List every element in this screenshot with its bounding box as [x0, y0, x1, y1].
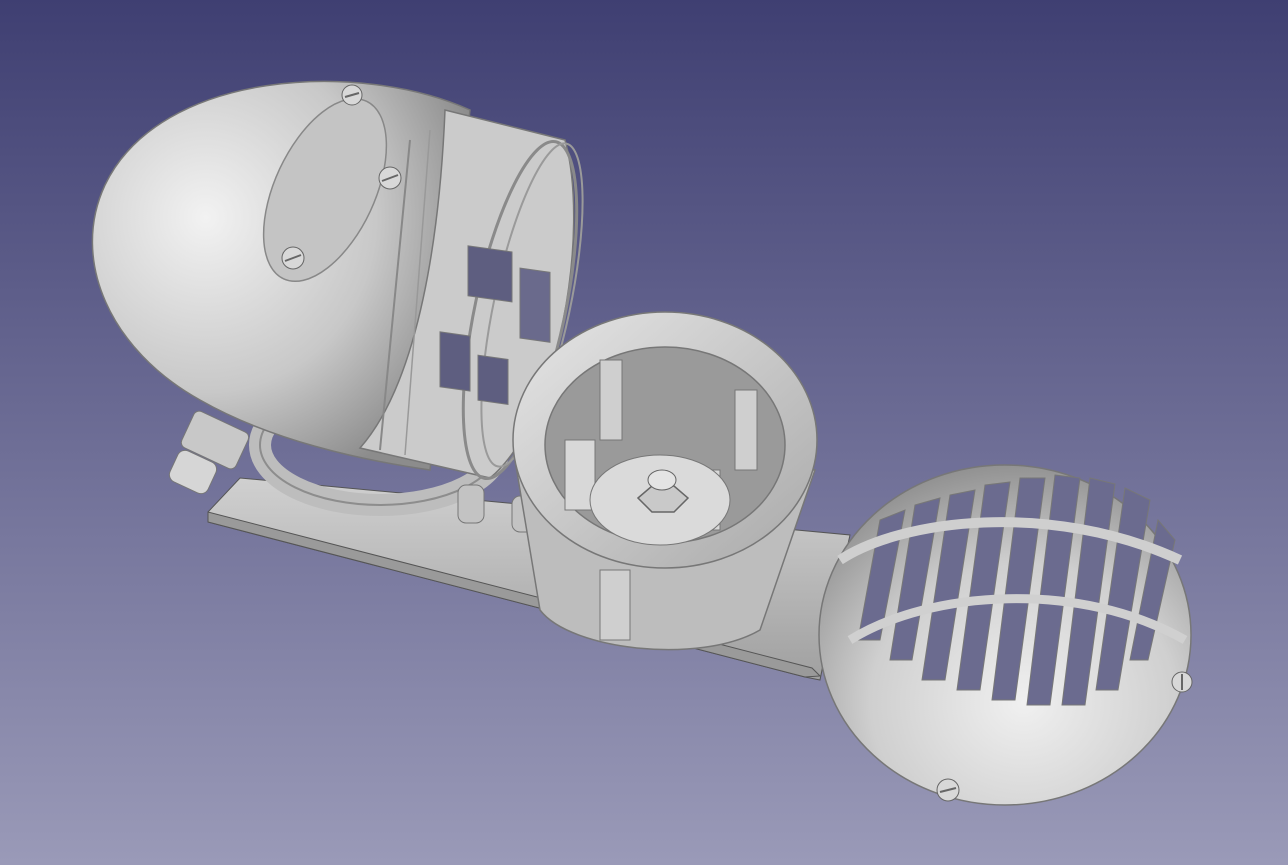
standoff-post: [457, 484, 485, 524]
screw-icon: [1171, 671, 1193, 693]
fan-lower-vane: [599, 569, 631, 641]
screw-icon: [281, 246, 305, 270]
collar-slot: [477, 354, 509, 405]
fan-ring[interactable]: [512, 311, 818, 651]
model-scene[interactable]: [0, 0, 1288, 865]
collar-slot: [519, 267, 551, 343]
screw-icon: [936, 778, 960, 802]
collar-slot: [467, 245, 513, 303]
screw-icon: [378, 166, 402, 190]
3d-viewport[interactable]: [0, 0, 1288, 865]
collar-slot: [439, 331, 471, 392]
spherical-grille[interactable]: [818, 464, 1193, 806]
screw-icon: [341, 84, 363, 106]
